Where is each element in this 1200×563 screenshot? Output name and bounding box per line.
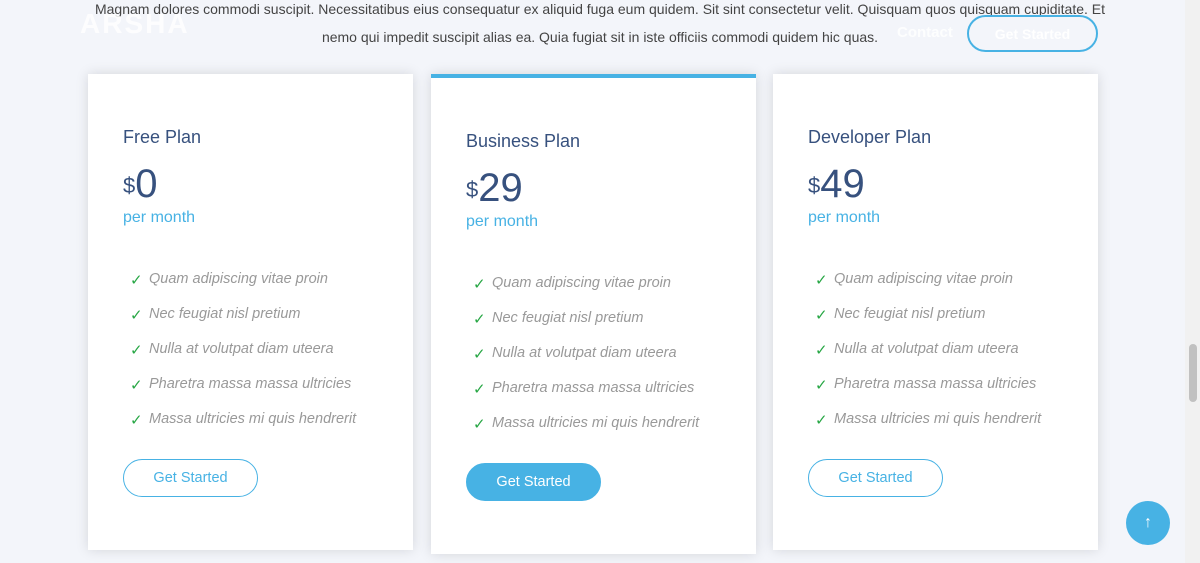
- check-icon: ✓: [473, 311, 486, 328]
- feature-text: Massa ultricies mi quis hendrerit: [149, 411, 357, 427]
- plan-name: Free Plan: [123, 127, 202, 147]
- logo[interactable]: ARSHA: [80, 8, 190, 40]
- plan-price: $29: [466, 164, 523, 212]
- feature-item: ✓ Pharetra massa massa ultricies: [130, 376, 356, 411]
- feature-text: Quam adipiscing vitae proin: [834, 271, 1013, 287]
- feature-item: ✓ Nulla at volutpat diam uteera: [473, 345, 699, 380]
- feature-text: Quam adipiscing vitae proin: [149, 271, 328, 287]
- get-started-button-free[interactable]: Get Started: [123, 459, 258, 497]
- feature-item: ✓ Nec feugiat nisl pretium: [815, 306, 1041, 341]
- check-icon: ✓: [130, 307, 143, 324]
- feature-item: ✓ Massa ultricies mi quis hendrerit: [815, 411, 1041, 446]
- check-icon: ✓: [473, 276, 486, 293]
- feature-item: ✓ Nec feugiat nisl pretium: [473, 310, 699, 345]
- check-icon: ✓: [815, 377, 828, 394]
- feature-text: Nulla at volutpat diam uteera: [492, 345, 677, 361]
- price-period: per month: [808, 209, 881, 226]
- check-icon: ✓: [815, 412, 828, 429]
- feature-text: Nulla at volutpat diam uteera: [834, 341, 1019, 357]
- pricing-card-free: Free Plan $0 per month ✓ Quam adipiscing …: [88, 74, 413, 550]
- check-icon: ✓: [815, 272, 828, 289]
- plan-name: Developer Plan: [808, 127, 932, 147]
- nav-link-contact[interactable]: Contact: [897, 24, 953, 41]
- price-period: per month: [466, 213, 539, 230]
- feature-text: Pharetra massa massa ultricies: [149, 376, 352, 392]
- check-icon: ✓: [130, 412, 143, 429]
- feature-list: ✓ Quam adipiscing vitae proin ✓ Nec feugia…: [815, 271, 1041, 446]
- feature-text: Massa ultricies mi quis hendrerit: [834, 411, 1042, 427]
- feature-text: Nulla at volutpat diam uteera: [149, 341, 334, 357]
- feature-text: Nec feugiat nisl pretium: [149, 306, 301, 322]
- check-icon: ✓: [130, 272, 143, 289]
- check-icon: ✓: [473, 381, 486, 398]
- plan-price: $49: [808, 160, 865, 208]
- feature-text: Pharetra massa massa ultricies: [492, 380, 695, 396]
- pricing-card-business: Business Plan $29 per month ✓ Quam adipis…: [431, 74, 756, 554]
- plan-price: $0: [123, 160, 158, 208]
- feature-item: ✓ Nulla at volutpat diam uteera: [130, 341, 356, 376]
- feature-item: ✓ Quam adipiscing vitae proin: [130, 271, 356, 306]
- feature-item: ✓ Massa ultricies mi quis hendrerit: [130, 411, 356, 446]
- feature-text: Quam adipiscing vitae proin: [492, 275, 671, 291]
- feature-item: ✓ Quam adipiscing vitae proin: [815, 271, 1041, 306]
- feature-item: ✓ Massa ultricies mi quis hendrerit: [473, 415, 699, 450]
- feature-item: ✓ Nulla at volutpat diam uteera: [815, 341, 1041, 376]
- price-period: per month: [123, 209, 196, 226]
- currency-symbol: $: [123, 173, 136, 198]
- feature-text: Nec feugiat nisl pretium: [492, 310, 644, 326]
- feature-list: ✓ Quam adipiscing vitae proin ✓ Nec feugia…: [473, 275, 699, 450]
- feature-text: Massa ultricies mi quis hendrerit: [492, 415, 700, 431]
- pricing-card-developer: Developer Plan $49 per month ✓ Quam adipi…: [773, 74, 1098, 550]
- site-header: ARSHA Contact Get Started: [0, 0, 1200, 60]
- get-started-button-developer[interactable]: Get Started: [808, 459, 943, 497]
- check-icon: ✓: [473, 416, 486, 433]
- price-amount: 0: [135, 162, 158, 206]
- price-amount: 29: [478, 166, 523, 210]
- check-icon: ✓: [130, 377, 143, 394]
- feature-text: Pharetra massa massa ultricies: [834, 376, 1037, 392]
- feature-item: ✓ Quam adipiscing vitae proin: [473, 275, 699, 310]
- currency-symbol: $: [808, 173, 821, 198]
- check-icon: ✓: [130, 342, 143, 359]
- check-icon: ✓: [815, 307, 828, 324]
- price-amount: 49: [820, 162, 865, 206]
- check-icon: ✓: [815, 342, 828, 359]
- arrow-up-icon: ↑: [1144, 514, 1152, 531]
- feature-text: Nec feugiat nisl pretium: [834, 306, 986, 322]
- feature-item: ✓ Pharetra massa massa ultricies: [473, 380, 699, 415]
- currency-symbol: $: [466, 177, 479, 202]
- feature-list: ✓ Quam adipiscing vitae proin ✓ Nec feugia…: [130, 271, 356, 446]
- back-to-top-button[interactable]: ↑: [1126, 501, 1170, 545]
- check-icon: ✓: [473, 346, 486, 363]
- header-get-started-button[interactable]: Get Started: [967, 15, 1098, 52]
- feature-item: ✓ Pharetra massa massa ultricies: [815, 376, 1041, 411]
- plan-name: Business Plan: [466, 131, 581, 151]
- page-scrollbar[interactable]: [1185, 0, 1200, 563]
- scrollbar-thumb[interactable]: [1189, 344, 1197, 402]
- get-started-button-business[interactable]: Get Started: [466, 463, 601, 501]
- feature-item: ✓ Nec feugiat nisl pretium: [130, 306, 356, 341]
